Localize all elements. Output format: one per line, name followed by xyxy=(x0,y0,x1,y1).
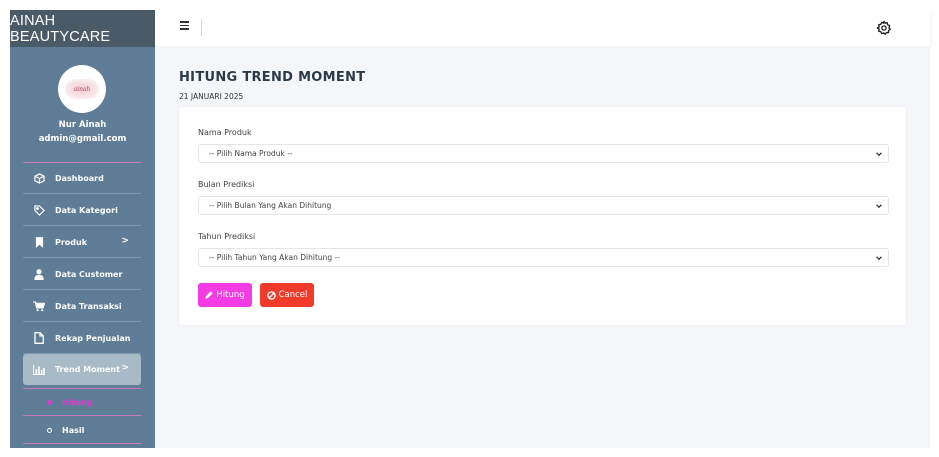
produk-select-value: -- Pilih Nama Produk -- xyxy=(209,149,293,158)
circle-icon xyxy=(47,399,52,405)
sidebar: AINAH BEAUTYCARE ainah Nur Ainah admin@g… xyxy=(10,10,155,448)
avatar: ainah xyxy=(58,65,106,113)
user-icon xyxy=(32,268,46,280)
sidebar-item-rekap-penjualan[interactable]: Rekap Penjualan xyxy=(23,323,141,354)
chevron-down-icon xyxy=(875,202,883,210)
page-date: 21 JANUARI 2025 xyxy=(179,92,244,101)
bulan-select-value: -- Pilih Bulan Yang Akan Dihitung xyxy=(209,201,332,210)
pencil-icon xyxy=(205,291,213,299)
sidebar-item-label: Data Customer xyxy=(55,269,123,279)
chevron-down-icon xyxy=(875,254,883,262)
user-email: admin@gmail.com xyxy=(38,134,127,144)
submenu-divider xyxy=(23,388,141,389)
form-card: Nama Produk -- Pilih Nama Produk -- Bula… xyxy=(179,107,906,325)
topbar xyxy=(155,10,930,46)
hitung-button[interactable]: Hitung xyxy=(198,283,252,307)
sidebar-item-data-kategori[interactable]: Data Kategori xyxy=(23,195,141,226)
bulan-label: Bulan Prediksi xyxy=(198,180,255,189)
user-name: Nur Ainah xyxy=(58,120,107,130)
tahun-select[interactable]: -- Pilih Tahun Yang Akan Dihitung -- xyxy=(198,248,889,267)
sidebar-item-label: Rekap Penjualan xyxy=(55,333,131,343)
sidebar-item-label: Data Transaksi xyxy=(55,301,122,311)
sidebar-item-produk[interactable]: Produk > xyxy=(23,227,141,258)
submenu-divider xyxy=(23,443,141,444)
submenu-item-label: Hasil xyxy=(62,425,85,435)
topbar-separator xyxy=(201,19,202,36)
sidebar-item-dashboard[interactable]: Dashboard xyxy=(23,163,141,194)
tahun-select-value: -- Pilih Tahun Yang Akan Dihitung -- xyxy=(209,253,340,262)
main-content: HITUNG TREND MOMENT 21 JANUARI 2025 Nama… xyxy=(155,46,930,448)
sidebar-item-label: Dashboard xyxy=(55,173,104,183)
hamburger-menu-icon[interactable] xyxy=(180,21,189,30)
page-title: HITUNG TREND MOMENT xyxy=(179,70,366,85)
sidebar-item-label: Produk xyxy=(55,237,88,247)
produk-select[interactable]: -- Pilih Nama Produk -- xyxy=(198,144,889,163)
sidebar-item-data-transaksi[interactable]: Data Transaksi xyxy=(23,291,141,322)
sidebar-item-trend-moment[interactable]: Trend Moment > xyxy=(23,354,141,385)
cancel-button-label: Cancel xyxy=(278,290,308,300)
chart-bar-icon xyxy=(32,364,46,375)
bulan-select[interactable]: -- Pilih Bulan Yang Akan Dihitung xyxy=(198,196,889,215)
sidebar-item-label: Data Kategori xyxy=(55,205,118,215)
avatar-logo: ainah xyxy=(65,79,99,99)
cube-icon xyxy=(32,172,46,184)
produk-label: Nama Produk xyxy=(198,128,252,137)
chevron-right-icon: > xyxy=(121,363,129,373)
sidebar-item-label: Trend Moment xyxy=(55,365,120,374)
ban-icon xyxy=(266,290,276,300)
submenu-item-label: Hitung xyxy=(62,397,93,407)
chevron-down-icon xyxy=(875,150,883,158)
bookmark-icon xyxy=(32,236,46,248)
hitung-button-label: Hitung xyxy=(216,290,245,300)
sidebar-item-data-customer[interactable]: Data Customer xyxy=(23,259,141,290)
submenu-item-hitung[interactable]: Hitung xyxy=(23,390,141,414)
tahun-label: Tahun Prediksi xyxy=(198,232,256,241)
cart-icon xyxy=(32,300,46,312)
gear-icon[interactable] xyxy=(876,20,892,36)
brand-title[interactable]: AINAH BEAUTYCARE xyxy=(10,10,155,47)
tag-icon xyxy=(32,204,46,216)
submenu-item-hasil[interactable]: Hasil xyxy=(23,418,141,442)
circle-icon xyxy=(47,427,52,433)
file-icon xyxy=(32,332,46,344)
submenu-divider xyxy=(23,415,141,416)
cancel-button[interactable]: Cancel xyxy=(260,283,314,307)
chevron-right-icon: > xyxy=(121,236,129,246)
